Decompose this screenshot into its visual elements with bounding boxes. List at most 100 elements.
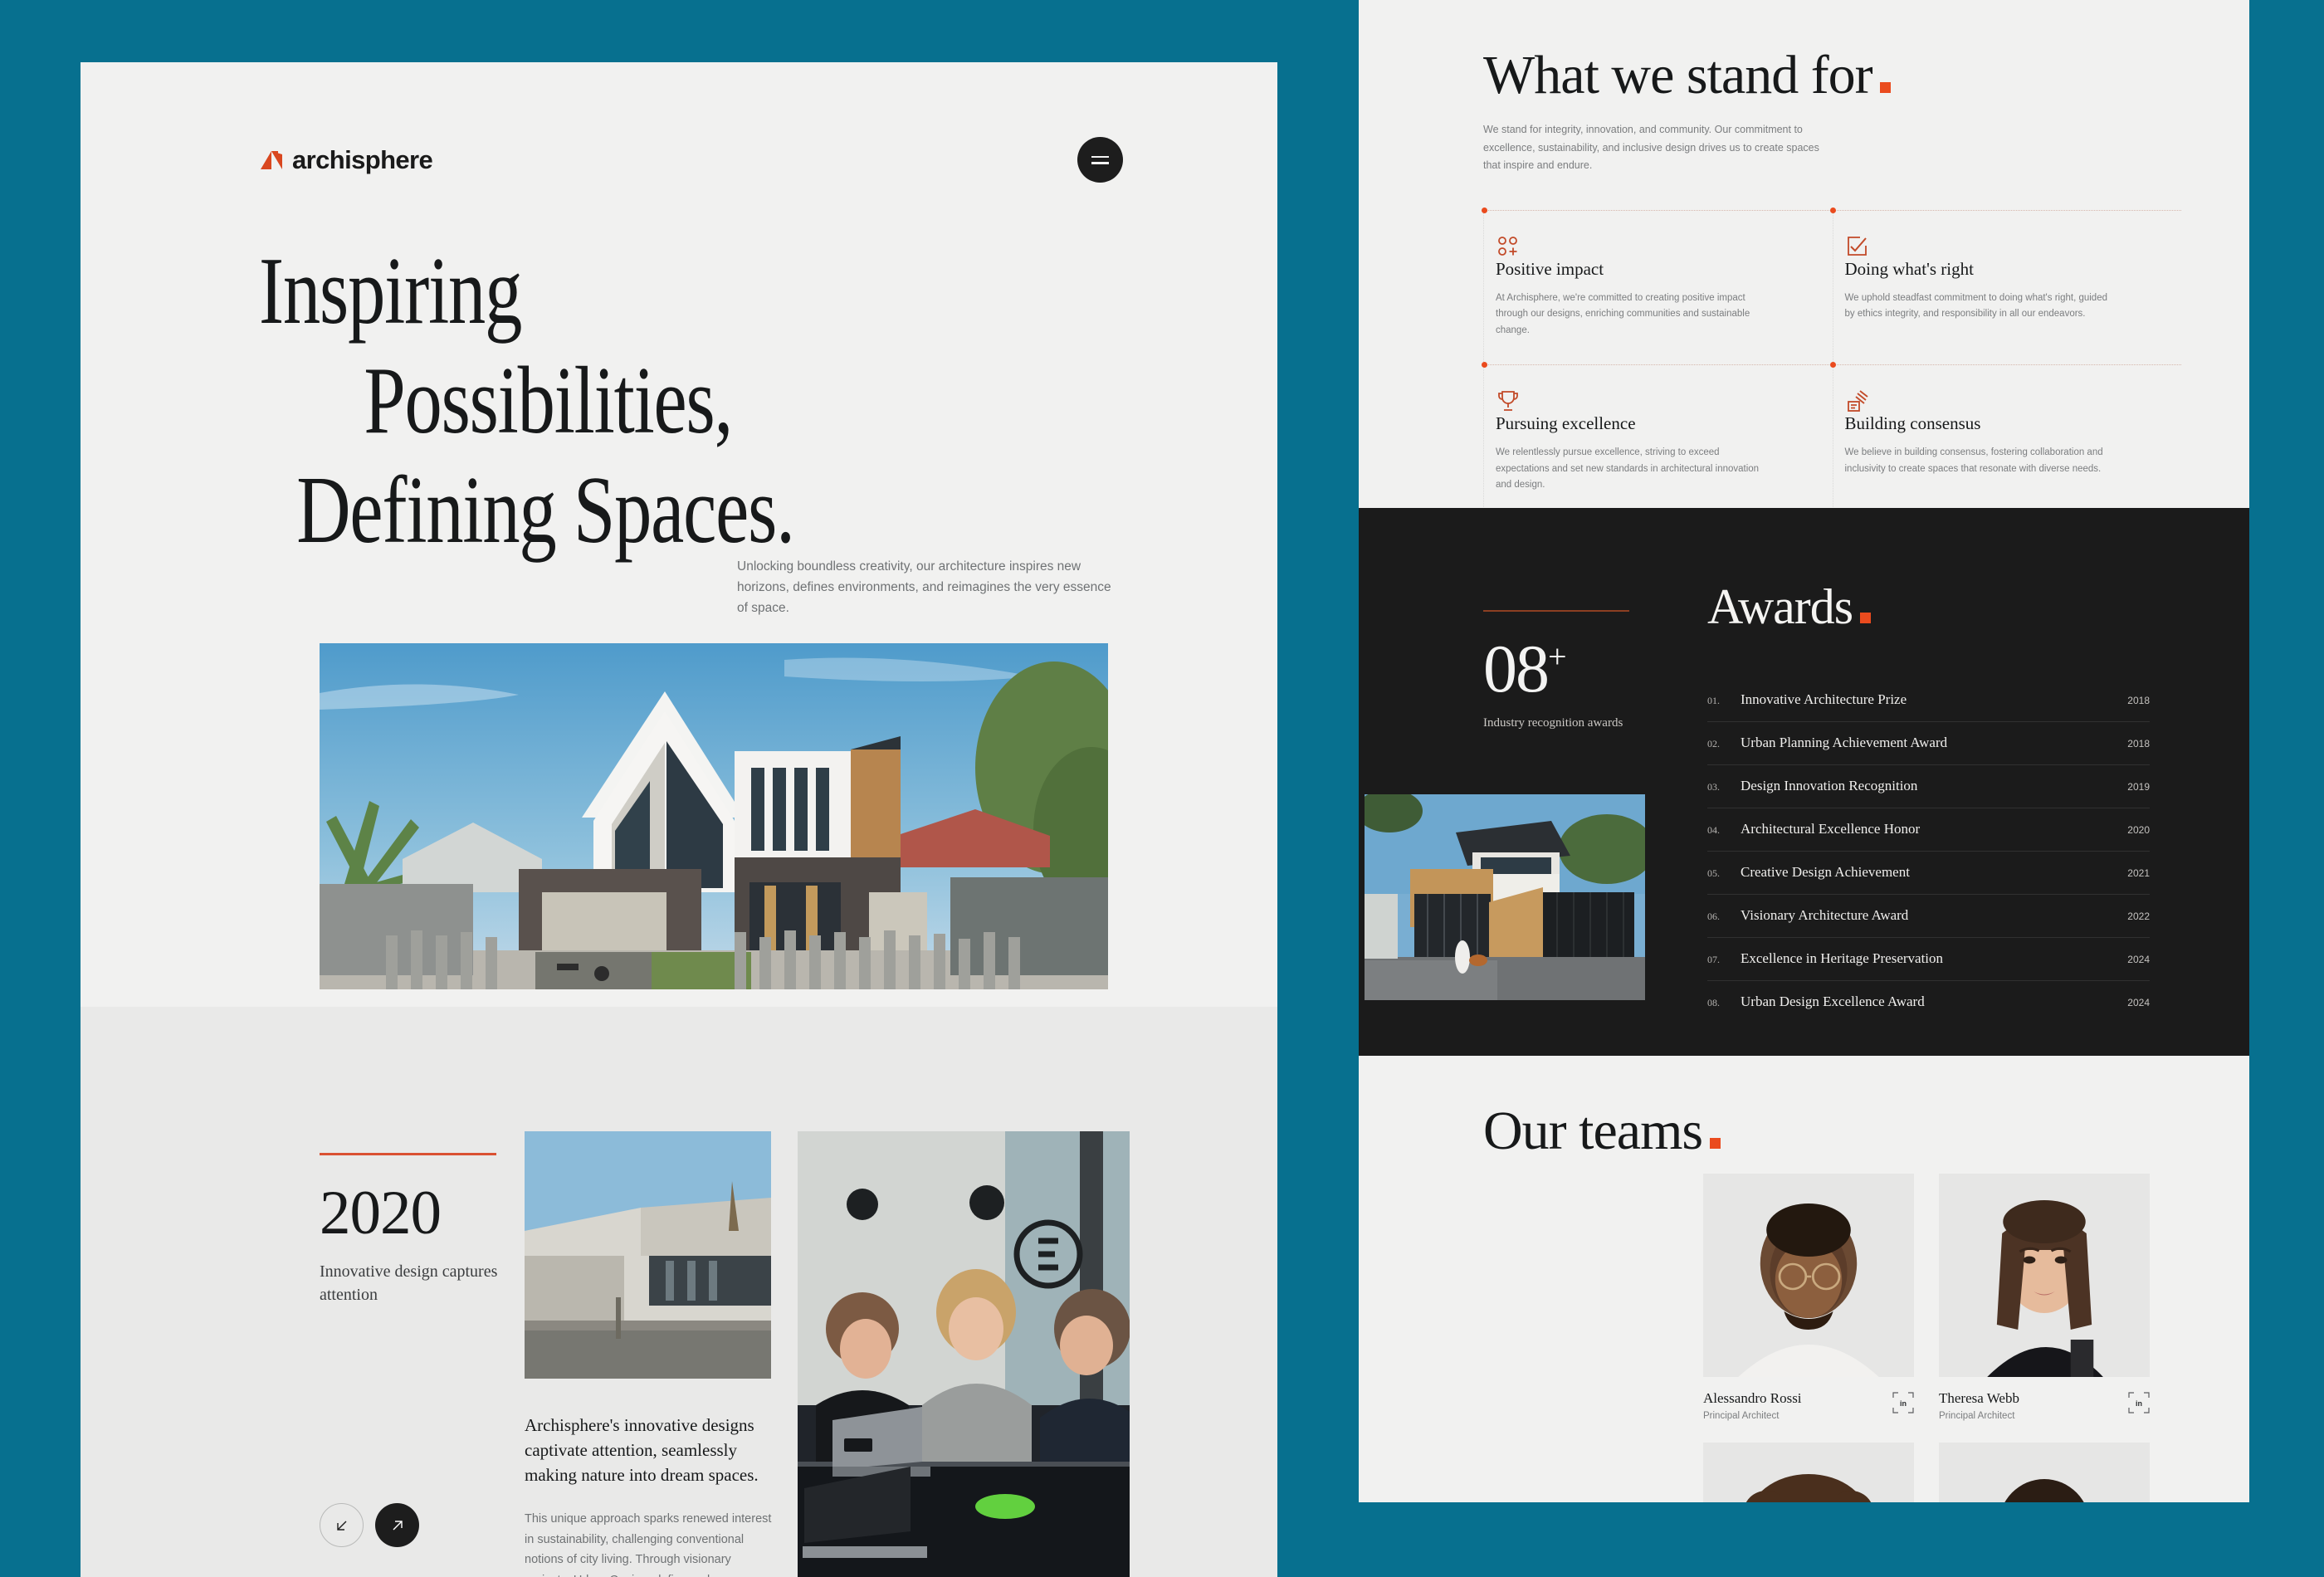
team-member-name: Alessandro Rossi xyxy=(1703,1390,1802,1406)
hero-image xyxy=(320,643,1108,989)
accent-rule xyxy=(320,1153,496,1155)
award-row[interactable]: 05. Creative Design Achievement 2021 xyxy=(1707,852,2150,895)
accent-rule xyxy=(1483,610,1629,612)
team-member-card[interactable]: Theresa Webb Principal Architect in xyxy=(1939,1174,2150,1421)
teams-title-row: Our teams xyxy=(1359,1104,2249,1159)
award-year: 2018 xyxy=(2127,738,2150,749)
teams-title: Our teams xyxy=(1483,1101,1703,1161)
trophy-icon xyxy=(1496,388,1803,413)
hero-line-2: Possibilities, xyxy=(364,348,733,455)
linkedin-icon[interactable]: in xyxy=(2128,1392,2150,1413)
team-member-photo xyxy=(1703,1174,1914,1377)
award-name: Excellence in Heritage Preservation xyxy=(1741,950,1944,966)
awards-title: Awards xyxy=(1707,579,1853,634)
value-title: Doing what's right xyxy=(1844,258,1974,279)
hamburger-line xyxy=(1091,162,1109,164)
awards-title-row: Awards xyxy=(1707,579,2150,679)
accent-dot xyxy=(1860,613,1872,623)
arrow-up-right-icon[interactable] xyxy=(375,1503,419,1547)
team-member-photo xyxy=(1703,1443,1914,1502)
page-title: Inspiring Possibilities, Defining Spaces… xyxy=(259,237,945,566)
checkbox-check-icon xyxy=(1845,234,2152,259)
award-name: Creative Design Achievement xyxy=(1741,864,1910,880)
values-subtitle: We stand for integrity, innovation, and … xyxy=(1483,124,1819,171)
award-year: 2022 xyxy=(2127,911,2150,922)
awards-count-caption: Industry recognition awards xyxy=(1483,715,1623,730)
team-member-name: Theresa Webb xyxy=(1939,1390,2019,1406)
award-row[interactable]: 02. Urban Planning Achievement Award 201… xyxy=(1707,722,2150,765)
users-add-icon xyxy=(1496,234,1803,259)
award-row[interactable]: 01. Innovative Architecture Prize 2018 xyxy=(1707,679,2150,722)
award-name: Visionary Architecture Award xyxy=(1741,907,1909,923)
story-copy: Archisphere's innovative designs captiva… xyxy=(525,1413,774,1577)
awards-count-value: 08 xyxy=(1483,631,1550,706)
award-year: 2018 xyxy=(2127,695,2150,706)
value-card[interactable]: Positive impact At Archisphere, we're co… xyxy=(1481,207,1833,365)
awards-image xyxy=(1365,794,1645,1000)
brand-logo[interactable]: archisphere xyxy=(259,144,433,175)
team-member-card[interactable]: in xyxy=(1703,1443,1914,1502)
award-row[interactable]: 08. Urban Design Excellence Award 2024 xyxy=(1707,981,2150,1023)
award-year: 2021 xyxy=(2127,867,2150,879)
hamburger-icon[interactable] xyxy=(1077,137,1123,183)
award-index: 03. xyxy=(1707,781,1720,793)
award-name: Urban Design Excellence Award xyxy=(1741,994,1925,1009)
awards-count-suffix: + xyxy=(1548,637,1567,676)
team-member-text: Theresa Webb Principal Architect xyxy=(1939,1390,2019,1421)
award-index: 08. xyxy=(1707,997,1720,1008)
archisphere-chevron-mark-icon xyxy=(259,147,285,173)
teams-section: Our teams Alessandro Rossi Principal Arc… xyxy=(1359,1056,2249,1502)
hero-line-3: Defining Spaces. xyxy=(296,457,795,564)
team-member-photo xyxy=(1939,1174,2150,1377)
story-image-primary xyxy=(525,1131,771,1379)
right-page-panel: What we stand for We stand for integrity… xyxy=(1359,0,2249,1502)
values-section: What we stand for We stand for integrity… xyxy=(1359,0,2249,520)
award-index: 06. xyxy=(1707,911,1720,922)
carousel-nav xyxy=(320,1503,419,1547)
awards-count: 08+ xyxy=(1483,635,1649,703)
arrow-down-left-icon[interactable] xyxy=(320,1503,364,1547)
award-index: 04. xyxy=(1707,824,1720,836)
awards-list-block: Awards 01. Innovative Architecture Prize… xyxy=(1707,579,2150,1023)
screenshot-canvas: archisphere Inspiring Possibilities, Def… xyxy=(0,0,2324,1577)
team-member-card[interactable]: Alessandro Rossi Principal Architect in xyxy=(1703,1174,1914,1421)
teams-grid: Alessandro Rossi Principal Architect in xyxy=(1703,1174,2150,1502)
award-name: Design Innovation Recognition xyxy=(1741,778,1918,793)
awards-count-block: 08+ Industry recognition awards xyxy=(1483,610,1649,730)
award-year: 2019 xyxy=(2127,781,2150,793)
value-title: Positive impact xyxy=(1496,258,1604,279)
value-card[interactable]: Pursuing excellence We relentlessly purs… xyxy=(1481,362,1833,520)
value-card[interactable]: Doing what's right We uphold steadfast c… xyxy=(1830,207,2181,365)
left-page-panel: archisphere Inspiring Possibilities, Def… xyxy=(81,62,1277,1577)
story-year-block: 2020 Innovative design captures attentio… xyxy=(320,1153,506,1306)
brand-logo-text: archisphere xyxy=(292,144,433,174)
award-row[interactable]: 06. Visionary Architecture Award 2022 xyxy=(1707,895,2150,938)
award-row[interactable]: 07. Excellence in Heritage Preservation … xyxy=(1707,938,2150,981)
values-title-row: What we stand for xyxy=(1483,48,2181,103)
hero-subtitle: Unlocking boundless creativity, our arch… xyxy=(737,559,1111,616)
award-year: 2024 xyxy=(2127,997,2150,1008)
svg-text:in: in xyxy=(2136,1399,2142,1408)
team-member-meta: Alessandro Rossi Principal Architect in xyxy=(1703,1377,1914,1421)
hamburger-line xyxy=(1091,155,1109,158)
award-year: 2024 xyxy=(2127,954,2150,965)
team-member-meta: Theresa Webb Principal Architect in xyxy=(1939,1377,2150,1421)
value-card[interactable]: Building consensus We believe in buildin… xyxy=(1830,362,2182,520)
accent-dot xyxy=(1710,1138,1721,1149)
team-member-photo xyxy=(1939,1443,2150,1502)
team-member-card[interactable]: in xyxy=(1939,1443,2150,1502)
award-year: 2020 xyxy=(2127,824,2150,836)
award-name: Architectural Excellence Honor xyxy=(1741,821,1921,837)
story-heading: Archisphere's innovative designs captiva… xyxy=(525,1415,759,1485)
award-name: Innovative Architecture Prize xyxy=(1741,691,1907,707)
award-index: 01. xyxy=(1707,695,1720,706)
award-row[interactable]: 03. Design Innovation Recognition 2019 xyxy=(1707,765,2150,808)
value-description: We uphold steadfast commitment to doing … xyxy=(1844,292,2108,320)
linkedin-icon[interactable]: in xyxy=(1892,1392,1914,1413)
award-row[interactable]: 04. Architectural Excellence Honor 2020 xyxy=(1707,808,2150,852)
awards-section: 08+ Industry recognition awards Awards 0… xyxy=(1359,508,2249,1056)
team-member-role: Principal Architect xyxy=(1703,1411,1780,1421)
team-member-role: Principal Architect xyxy=(1939,1411,2015,1421)
value-description: At Archisphere, we're committed to creat… xyxy=(1496,292,1750,336)
values-title: What we stand for xyxy=(1483,45,1873,105)
